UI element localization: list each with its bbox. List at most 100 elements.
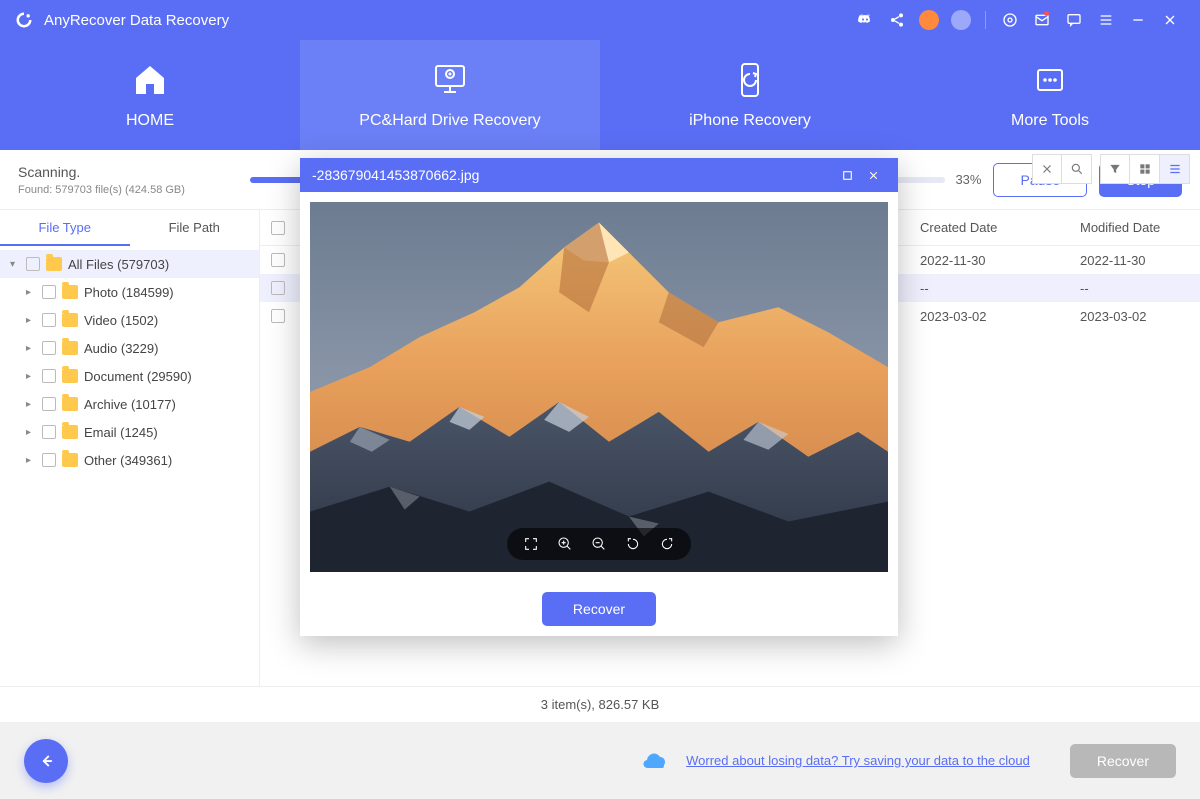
nav-pc-label: PC&Hard Drive Recovery [359, 112, 540, 130]
nav-pc-recovery[interactable]: PC&Hard Drive Recovery [300, 40, 600, 150]
chevron-down-icon: ▾ [10, 259, 20, 270]
tree-item-label: Audio (3229) [84, 341, 158, 356]
rotate-left-icon[interactable] [623, 534, 643, 554]
titlebar: AnyRecover Data Recovery [0, 0, 1200, 40]
arrow-left-icon [37, 752, 55, 770]
cell-modified: -- [1080, 281, 1200, 296]
discord-icon[interactable] [851, 6, 879, 34]
nav-iphone-label: iPhone Recovery [689, 112, 811, 130]
tree-item-label: Document (29590) [84, 369, 192, 384]
select-all-checkbox[interactable] [271, 221, 285, 235]
tree-item-photo[interactable]: ▸ Photo (184599) [0, 278, 259, 306]
scan-status: Scanning. [18, 164, 238, 180]
folder-icon [46, 257, 62, 271]
cell-created: 2023-03-02 [920, 309, 1080, 324]
scan-found: Found: 579703 file(s) (424.58 GB) [18, 184, 238, 196]
sidebar: File Type File Path ▾ All Files (579703)… [0, 210, 260, 686]
cell-created: -- [920, 281, 1080, 296]
tree-root[interactable]: ▾ All Files (579703) [0, 250, 259, 278]
checkbox[interactable] [42, 425, 56, 439]
back-button[interactable] [24, 739, 68, 783]
app-logo-icon [14, 10, 34, 30]
tree-item-label: Video (1502) [84, 313, 158, 328]
share-icon[interactable] [883, 6, 911, 34]
cart-icon[interactable] [915, 6, 943, 34]
monitor-icon [430, 60, 470, 100]
row-checkbox[interactable] [271, 309, 285, 323]
tree-item-label: Email (1245) [84, 425, 158, 440]
preview-image [310, 202, 888, 572]
folder-icon [62, 313, 78, 327]
list-view-button[interactable] [1160, 154, 1190, 184]
chevron-right-icon: ▸ [26, 315, 36, 326]
chevron-right-icon: ▸ [26, 371, 36, 382]
chevron-right-icon: ▸ [26, 399, 36, 410]
nav-more-tools[interactable]: More Tools [900, 40, 1200, 150]
account-icon[interactable] [947, 6, 975, 34]
fullscreen-icon[interactable] [521, 534, 541, 554]
nav-iphone-recovery[interactable]: iPhone Recovery [600, 40, 900, 150]
checkbox[interactable] [42, 397, 56, 411]
folder-icon [62, 397, 78, 411]
nav-home-label: HOME [126, 112, 174, 130]
zoom-in-icon[interactable] [555, 534, 575, 554]
preview-titlebar[interactable]: -283679041453870662.jpg [300, 158, 898, 192]
zoom-out-icon[interactable] [589, 534, 609, 554]
col-created[interactable]: Created Date [920, 220, 1080, 235]
tab-file-type[interactable]: File Type [0, 210, 130, 246]
checkbox[interactable] [26, 257, 40, 271]
filter-button[interactable] [1100, 154, 1130, 184]
tree-item-video[interactable]: ▸ Video (1502) [0, 306, 259, 334]
progress-percent: 33% [955, 172, 981, 187]
tree-item-label: Other (349361) [84, 453, 172, 468]
file-tree: ▾ All Files (579703) ▸ Photo (184599) ▸ Vi… [0, 246, 259, 686]
preview-window: -283679041453870662.jpg [300, 158, 898, 636]
tree-item-archive[interactable]: ▸Archive (10177) [0, 390, 259, 418]
image-toolbar [507, 528, 691, 560]
status-bar: 3 item(s), 826.57 KB [0, 686, 1200, 722]
mail-icon[interactable] [1028, 6, 1056, 34]
feedback-icon[interactable] [1060, 6, 1088, 34]
more-icon [1030, 60, 1070, 100]
checkbox[interactable] [42, 341, 56, 355]
tree-item-email[interactable]: ▸Email (1245) [0, 418, 259, 446]
recover-button[interactable]: Recover [1070, 744, 1176, 778]
grid-view-button[interactable] [1130, 154, 1160, 184]
folder-icon [62, 369, 78, 383]
folder-icon [62, 453, 78, 467]
col-modified[interactable]: Modified Date [1080, 220, 1200, 235]
cell-modified: 2023-03-02 [1080, 309, 1200, 324]
folder-icon [62, 341, 78, 355]
tree-item-audio[interactable]: ▸Audio (3229) [0, 334, 259, 362]
settings-icon[interactable] [996, 6, 1024, 34]
preview-recover-button[interactable]: Recover [542, 592, 656, 626]
folder-icon [62, 285, 78, 299]
checkbox[interactable] [42, 369, 56, 383]
tree-item-other[interactable]: ▸Other (349361) [0, 446, 259, 474]
rotate-right-icon[interactable] [657, 534, 677, 554]
cloud-icon [642, 751, 670, 771]
cell-modified: 2022-11-30 [1080, 253, 1200, 268]
tree-root-label: All Files (579703) [68, 257, 169, 272]
row-checkbox[interactable] [271, 281, 285, 295]
close-icon[interactable] [1156, 6, 1184, 34]
menu-icon[interactable] [1092, 6, 1120, 34]
preview-maximize-icon[interactable] [834, 162, 860, 188]
tree-item-document[interactable]: ▸ Document (29590) [0, 362, 259, 390]
checkbox[interactable] [42, 453, 56, 467]
row-checkbox[interactable] [271, 253, 285, 267]
clear-search-button[interactable] [1032, 154, 1062, 184]
tree-item-label: Photo (184599) [84, 285, 174, 300]
checkbox[interactable] [42, 285, 56, 299]
cloud-backup-link[interactable]: Worred about losing data? Try saving you… [686, 753, 1030, 768]
search-button[interactable] [1062, 154, 1092, 184]
chevron-right-icon: ▸ [26, 287, 36, 298]
checkbox[interactable] [42, 313, 56, 327]
tab-file-path[interactable]: File Path [130, 210, 260, 246]
cell-created: 2022-11-30 [920, 253, 1080, 268]
app-title: AnyRecover Data Recovery [44, 12, 229, 29]
nav-home[interactable]: HOME [0, 40, 300, 150]
preview-close-icon[interactable] [860, 162, 886, 188]
nav-more-label: More Tools [1011, 112, 1089, 130]
minimize-icon[interactable] [1124, 6, 1152, 34]
